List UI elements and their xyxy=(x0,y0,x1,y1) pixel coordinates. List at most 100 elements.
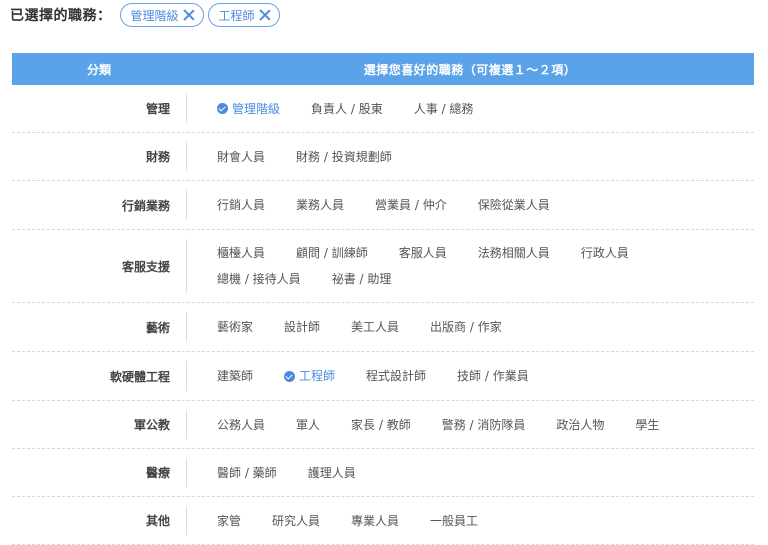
check-circle-icon xyxy=(217,103,228,114)
job-option[interactable]: 技師 / 作業員 xyxy=(457,363,529,389)
job-option-label: 醫師 / 藥師 xyxy=(217,465,277,480)
job-option[interactable]: 設計師 xyxy=(284,314,320,340)
job-option[interactable]: 負責人 / 股東 xyxy=(311,96,383,122)
table-row: 軟硬體工程 建築師 工程師 程式設計師 技師 / 作業員 xyxy=(12,352,754,401)
job-option-label: 家長 / 教師 xyxy=(351,417,411,432)
table-row: 藝術 藝術家 設計師 美工人員 出版商 / 作家 xyxy=(12,303,754,352)
category-label: 軟硬體工程 xyxy=(109,369,170,384)
job-option[interactable]: 警務 / 消防隊員 xyxy=(442,412,526,438)
job-option[interactable]: 家長 / 教師 xyxy=(351,412,411,438)
job-option-label: 業務人員 xyxy=(296,198,345,212)
job-option-label: 人事 / 總務 xyxy=(413,101,474,116)
job-option[interactable]: 研究人員 xyxy=(272,508,320,534)
job-option[interactable]: 保險從業人員 xyxy=(478,192,550,218)
job-option-label: 行銷人員 xyxy=(217,198,266,212)
option-list: 家管 研究人員 專業人員 一般員工 xyxy=(187,497,754,544)
job-option-label: 專業人員 xyxy=(351,513,400,528)
job-option[interactable]: 軍人 xyxy=(296,412,320,438)
table-row: 軍公教 公務人員 軍人 家長 / 教師 警務 / 消防隊員 政治人物 學生 xyxy=(12,401,754,449)
job-option[interactable]: 出版商 / 作家 xyxy=(430,314,502,340)
job-option[interactable]: 顧問 / 訓練師 xyxy=(296,240,368,266)
table-row: 財務 財會人員 財務 / 投資規劃師 xyxy=(12,133,754,181)
job-option-label: 美工人員 xyxy=(351,320,400,334)
job-option[interactable]: 行政人員 xyxy=(581,240,629,266)
job-option[interactable]: 公務人員 xyxy=(217,412,265,438)
option-list: 管理階級 負責人 / 股東 人事 / 總務 xyxy=(187,85,754,132)
selected-jobs-title: 已選擇的職務： xyxy=(10,8,112,24)
option-list: 醫師 / 藥師 護理人員 xyxy=(187,449,754,496)
header-options: 選擇您喜好的職務（可複選１～２項） xyxy=(363,62,577,77)
table-row: 行銷業務 行銷人員 業務人員 營業員 / 仲介 保險從業人員 xyxy=(12,181,754,230)
option-list: 財會人員 財務 / 投資規劃師 xyxy=(187,133,754,180)
option-list: 建築師 工程師 程式設計師 技師 / 作業員 xyxy=(187,352,754,400)
job-option-label: 研究人員 xyxy=(272,513,321,528)
chip-label: 工程師 xyxy=(218,8,255,23)
job-option[interactable]: 財務 / 投資規劃師 xyxy=(296,144,392,170)
job-option[interactable]: 祕書 / 助理 xyxy=(332,266,392,292)
table-row: 醫療 醫師 / 藥師 護理人員 xyxy=(12,449,754,497)
job-option-label: 警務 / 消防隊員 xyxy=(441,417,526,432)
job-option[interactable]: 護理人員 xyxy=(308,460,356,486)
job-option-label: 出版商 / 作家 xyxy=(430,320,502,334)
job-option-label: 學生 xyxy=(635,417,660,432)
job-option-label: 負責人 / 股東 xyxy=(311,101,383,116)
option-list: 行銷人員 業務人員 營業員 / 仲介 保險從業人員 xyxy=(187,181,754,229)
job-option[interactable]: 法務相關人員 xyxy=(478,240,550,266)
job-option[interactable]: 客服人員 xyxy=(399,240,447,266)
category-label: 醫療 xyxy=(145,466,170,480)
close-icon[interactable] xyxy=(183,9,195,21)
job-option-label: 管理階級 xyxy=(232,101,281,116)
header-category: 分類 xyxy=(86,62,111,77)
job-option[interactable]: 美工人員 xyxy=(351,314,399,340)
job-option-label: 祕書 / 助理 xyxy=(331,272,392,286)
job-option[interactable]: 專業人員 xyxy=(351,508,399,534)
option-list: 公務人員 軍人 家長 / 教師 警務 / 消防隊員 政治人物 學生 xyxy=(187,401,754,448)
job-option[interactable]: 業務人員 xyxy=(296,192,344,218)
job-option[interactable]: 人事 / 總務 xyxy=(414,96,474,122)
category-label: 客服支援 xyxy=(121,259,170,274)
job-option-label: 櫃檯人員 xyxy=(217,246,266,260)
table-row: 管理 管理階級 負責人 / 股東 人事 / 總務 xyxy=(12,85,754,133)
job-option-label: 家管 xyxy=(217,513,242,528)
job-option[interactable]: 工程師 xyxy=(284,363,335,389)
selected-chip-engineer[interactable]: 工程師 xyxy=(207,3,280,27)
job-option[interactable]: 學生 xyxy=(635,412,659,438)
option-list: 藝術家 設計師 美工人員 出版商 / 作家 xyxy=(187,303,754,351)
job-option-label: 法務相關人員 xyxy=(477,246,550,260)
job-option[interactable]: 醫師 / 藥師 xyxy=(217,460,277,486)
job-option[interactable]: 程式設計師 xyxy=(366,363,426,389)
job-option-label: 財會人員 xyxy=(217,149,266,164)
job-option[interactable]: 政治人物 xyxy=(556,412,604,438)
job-option-label: 政治人物 xyxy=(556,417,605,432)
job-option[interactable]: 行銷人員 xyxy=(217,192,265,218)
category-label: 行銷業務 xyxy=(121,198,170,213)
option-list: 櫃檯人員 顧問 / 訓練師 客服人員 法務相關人員 行政人員總機 / 接待人員 祕書 / … xyxy=(187,230,687,302)
close-icon[interactable] xyxy=(259,9,271,21)
job-option[interactable]: 總機 / 接待人員 xyxy=(217,266,301,292)
job-option-label: 軍人 xyxy=(296,417,321,432)
selected-chip-management[interactable]: 管理階級 xyxy=(119,3,204,27)
job-option[interactable]: 營業員 / 仲介 xyxy=(375,192,447,218)
job-option[interactable]: 管理階級 xyxy=(217,96,280,122)
job-option-label: 設計師 xyxy=(284,320,321,334)
job-option[interactable]: 建築師 xyxy=(217,363,253,389)
check-circle-icon xyxy=(284,370,296,382)
selected-jobs-bar: 已選擇的職務： 管理階級 工程師 xyxy=(10,3,280,27)
job-option[interactable]: 藝術家 xyxy=(217,314,253,340)
job-option[interactable]: 財會人員 xyxy=(217,144,265,170)
job-option-label: 工程師 xyxy=(299,369,336,383)
job-option-label: 客服人員 xyxy=(398,246,447,260)
category-label: 其他 xyxy=(145,514,170,528)
job-option-label: 建築師 xyxy=(217,369,254,383)
job-option-label: 營業員 / 仲介 xyxy=(375,198,447,212)
job-option[interactable]: 櫃檯人員 xyxy=(217,240,265,266)
job-option[interactable]: 家管 xyxy=(217,508,241,534)
job-option-label: 程式設計師 xyxy=(366,369,427,383)
job-option[interactable]: 一般員工 xyxy=(430,508,478,534)
chip-label: 管理階級 xyxy=(130,8,179,23)
category-label: 藝術 xyxy=(145,320,170,335)
job-option-label: 藝術家 xyxy=(217,320,254,334)
job-option-label: 總機 / 接待人員 xyxy=(217,272,301,286)
job-option-label: 護理人員 xyxy=(307,465,356,480)
job-option-label: 一般員工 xyxy=(430,513,479,528)
